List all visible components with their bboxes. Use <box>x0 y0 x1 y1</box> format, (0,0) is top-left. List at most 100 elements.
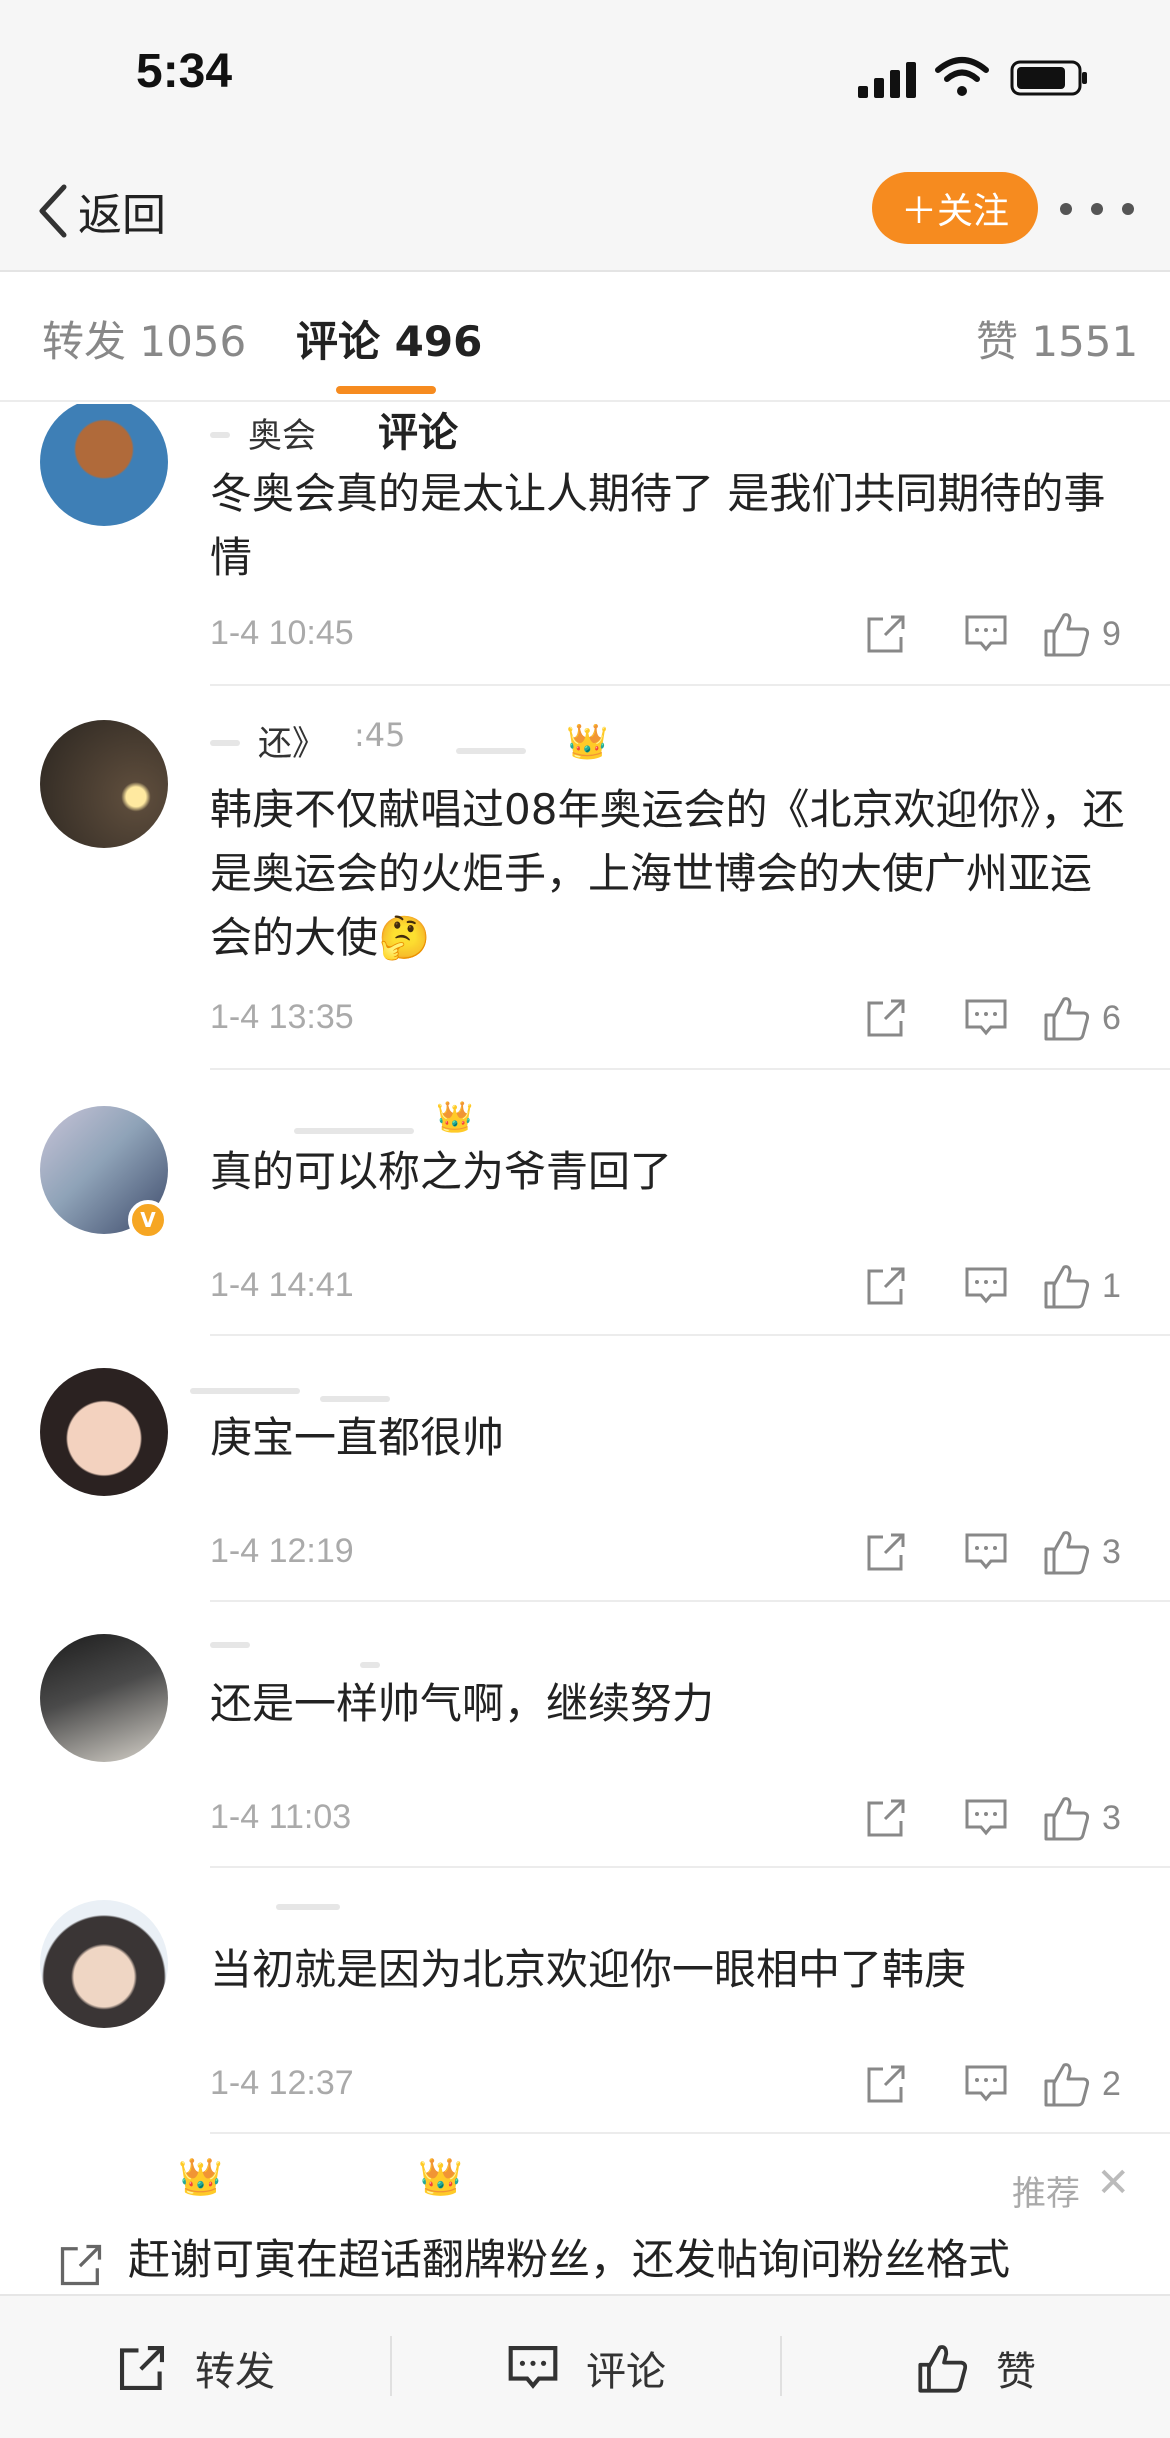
thumbs-up-icon <box>1044 997 1090 1041</box>
avatar[interactable] <box>40 1368 168 1496</box>
share-icon <box>867 1799 905 1837</box>
comment-item: 庚宝一直都很帅 1-4 12:19 3 <box>0 1336 1170 1602</box>
like-button[interactable]: 9 <box>1042 609 1126 659</box>
avatar[interactable] <box>40 404 168 526</box>
username[interactable] <box>190 1366 570 1406</box>
like-button[interactable]: 3 <box>1042 1527 1126 1577</box>
thumbs-up-icon <box>1044 1265 1090 1309</box>
recommended-text: 赶谢可寅在超话翻牌粉丝，还发帖询问粉丝格式 <box>128 2235 1011 2284</box>
share-icon <box>60 2244 102 2286</box>
thumbs-up-icon <box>1044 1797 1090 1841</box>
reply-button[interactable] <box>936 988 1036 1048</box>
chevron-left-icon <box>39 184 67 238</box>
reply-button[interactable] <box>936 1522 1036 1582</box>
comment-text: 真的可以称之为爷青回了 <box>210 1147 673 1196</box>
share-button[interactable] <box>836 1256 936 1316</box>
username[interactable]: 奥会 评论 <box>210 410 570 456</box>
active-tab-indicator <box>336 386 436 394</box>
repost-button[interactable]: 转发 <box>0 2296 390 2438</box>
thumbs-up-icon <box>918 2345 968 2393</box>
thumbs-up-icon <box>1044 2063 1090 2107</box>
comment-time: 1-4 11:03 <box>210 1798 352 1836</box>
comment-actions: 3 <box>836 1788 1126 1848</box>
wifi-icon <box>935 57 989 96</box>
like-button[interactable]: 2 <box>1042 2059 1126 2109</box>
comment-text: 还是一样帅气啊，继续努力 <box>210 1679 715 1728</box>
username-suffix: :45 <box>354 716 406 754</box>
like-count: 9 <box>1102 614 1121 653</box>
recommended-post[interactable]: 👑 👑 推荐 ✕ 赶谢可寅在超话翻牌粉丝，还发帖询问粉丝格式 <box>0 2134 1170 2294</box>
share-icon <box>119 2345 165 2391</box>
signal-icon <box>858 62 918 98</box>
comment-text: 庚宝一直都很帅 <box>210 1413 505 1462</box>
avatar[interactable] <box>40 1634 168 1762</box>
like-button[interactable]: 赞 <box>782 2296 1170 2438</box>
bottom-action-bar: 转发 评论 赞 <box>0 2294 1170 2438</box>
tab-bar: 转发 1056 评论 496 赞 1551 <box>0 272 1170 402</box>
comment-text: 韩庚不仅献唱过08年奥运会的《北京欢迎你》，还是奥运会的火炬手，上海世博会的大使… <box>210 778 1130 970</box>
comment-time: 1-4 10:45 <box>210 614 354 652</box>
comment-list: 奥会 评论 冬奥会真的是太让人期待了 是我们共同期待的事情 1-4 10:45 … <box>0 404 1170 2294</box>
share-button[interactable] <box>836 1788 936 1848</box>
share-icon <box>867 999 905 1037</box>
follow-button[interactable]: ＋关注 <box>872 172 1038 244</box>
share-button[interactable] <box>836 988 936 1048</box>
like-button[interactable]: 1 <box>1042 1261 1126 1311</box>
comment-icon <box>508 2345 558 2389</box>
comment-icon <box>965 999 1007 1036</box>
reply-button[interactable] <box>936 2054 1036 2114</box>
username[interactable]: 👑 <box>210 1100 570 1140</box>
comment-item: 还》 :45 👑 韩庚不仅献唱过08年奥运会的《北京欢迎你》，还是奥运会的火炬手… <box>0 686 1170 1070</box>
comment-button[interactable]: 评论 <box>392 2296 780 2438</box>
close-icon[interactable]: ✕ <box>1096 2160 1130 2206</box>
tab-comments[interactable]: 评论 496 <box>296 308 482 369</box>
crown-icon: 👑 <box>566 722 609 762</box>
crown-icon: 👑 <box>418 2157 463 2198</box>
share-icon <box>867 1533 905 1571</box>
like-count: 2 <box>1102 2064 1121 2103</box>
comment-time: 1-4 14:41 <box>210 1266 354 1304</box>
comment-item: V 👑 真的可以称之为爷青回了 1-4 14:41 1 <box>0 1070 1170 1336</box>
repost-label: 转发 <box>195 2349 275 2395</box>
username[interactable] <box>210 1898 570 1938</box>
username[interactable]: 还》 :45 👑 <box>210 716 608 764</box>
comment-item: 还是一样帅气啊，继续努力 1-4 11:03 3 <box>0 1602 1170 1868</box>
like-button[interactable]: 6 <box>1042 993 1126 1043</box>
comment-icon <box>965 1799 1007 1836</box>
avatar[interactable] <box>40 720 168 848</box>
comment-icon <box>965 1267 1007 1304</box>
reply-button[interactable] <box>936 1788 1036 1848</box>
comment-actions: 9 <box>836 604 1126 664</box>
more-options-icon[interactable] <box>1060 184 1134 234</box>
avatar[interactable] <box>40 1900 168 2028</box>
verified-badge-icon: V <box>128 1200 168 1240</box>
recommended-label: 推荐 <box>1012 2174 1080 2214</box>
comment-actions: 2 <box>836 2054 1126 2114</box>
share-button[interactable] <box>836 2054 936 2114</box>
back-label: 返回 <box>78 190 166 241</box>
reply-button[interactable] <box>936 604 1036 664</box>
like-count: 1 <box>1102 1266 1121 1305</box>
like-count: 6 <box>1102 998 1121 1037</box>
username-fragment: 还》 <box>258 724 326 764</box>
comment-icon <box>965 2065 1007 2102</box>
share-button[interactable] <box>836 1522 936 1582</box>
back-button[interactable]: 返回 <box>34 176 166 246</box>
comment-actions: 6 <box>836 988 1126 1048</box>
username[interactable] <box>210 1632 570 1672</box>
battery-icon <box>1010 60 1087 96</box>
tab-repost[interactable]: 转发 1056 <box>42 308 246 369</box>
crown-icon: 👑 <box>178 2157 223 2198</box>
comment-label: 评论 <box>586 2349 666 2395</box>
fan-badge-icon: 👑 <box>436 1100 474 1135</box>
status-bar: 5:34 <box>0 0 1170 150</box>
like-button[interactable]: 3 <box>1042 1793 1126 1843</box>
thinking-emoji-icon: 🤔 <box>378 913 431 962</box>
reply-button[interactable] <box>936 1256 1036 1316</box>
comment-actions: 3 <box>836 1522 1126 1582</box>
like-count: 3 <box>1102 1532 1121 1571</box>
comments-overlay-label: 评论 <box>378 410 458 456</box>
tab-likes[interactable]: 赞 1551 <box>976 308 1138 369</box>
share-button[interactable] <box>836 604 936 664</box>
share-icon <box>867 615 905 653</box>
